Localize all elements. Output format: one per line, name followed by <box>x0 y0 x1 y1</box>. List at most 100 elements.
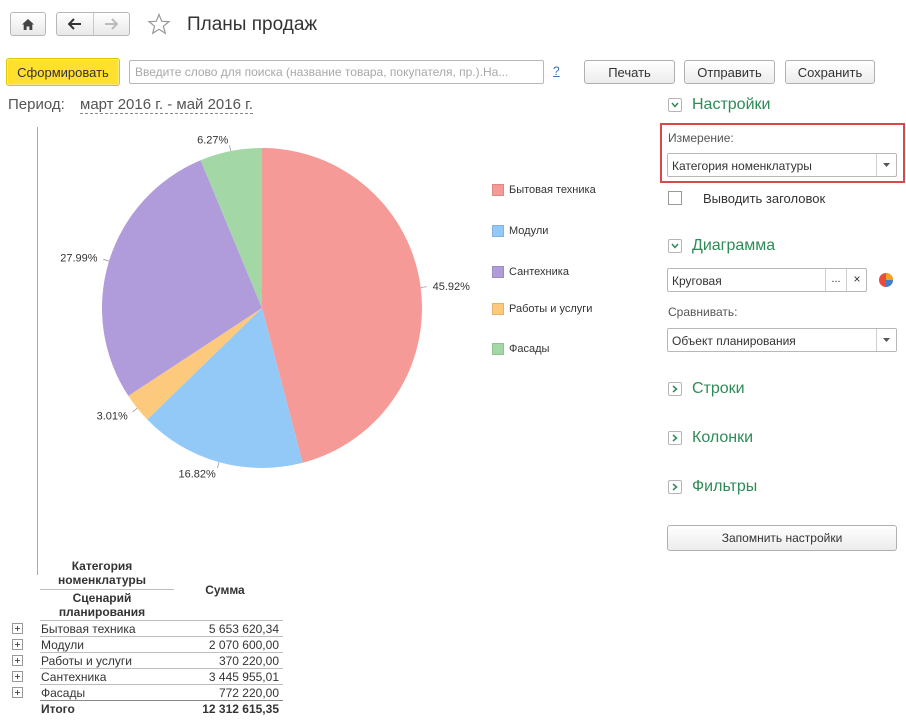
leader-line <box>103 258 110 262</box>
leader-line <box>217 462 220 469</box>
row-category: Бытовая техника <box>41 622 136 636</box>
legend-label: Работы и услуги <box>509 303 593 315</box>
show-header-label: Выводить заголовок <box>703 191 826 206</box>
compare-value: Объект планирования <box>672 334 796 348</box>
section-rows-toggle[interactable]: Строки <box>668 380 745 398</box>
report-left-border <box>37 127 38 575</box>
row-category: Сантехника <box>41 670 107 684</box>
row-sum: 3 445 955,01 <box>208 670 279 684</box>
data-label: 3.01% <box>97 411 128 423</box>
legend-swatch <box>492 343 504 355</box>
clear-button[interactable]: × <box>846 269 867 291</box>
page-title: Планы продаж <box>187 14 318 35</box>
legend-swatch <box>492 266 504 278</box>
row-sum: 5 653 620,34 <box>208 622 279 636</box>
legend-swatch <box>492 184 504 196</box>
legend-label: Бытовая техника <box>509 184 596 196</box>
compare-select[interactable]: Объект планирования <box>667 328 897 352</box>
data-label: 6.27% <box>197 134 228 146</box>
forward-button[interactable] <box>92 13 130 35</box>
section-settings-toggle[interactable]: Настройки <box>668 96 770 114</box>
table-header-category: Категория номенклатуры <box>58 559 146 587</box>
expand-row-button[interactable] <box>12 671 23 682</box>
compare-label: Сравнивать: <box>668 305 738 319</box>
leader-line <box>132 407 138 413</box>
section-chart-toggle[interactable]: Диаграмма <box>668 237 775 255</box>
save-button[interactable]: Сохранить <box>785 60 875 84</box>
chevron-right-icon <box>668 480 682 494</box>
chart-type-field[interactable]: Круговая ... × <box>667 268 867 292</box>
table-row: Сантехника 3 445 955,01 <box>40 669 283 685</box>
section-filters-toggle[interactable]: Фильтры <box>668 478 757 496</box>
row-category: Работы и услуги <box>41 654 133 668</box>
section-chart-label: Диаграмма <box>692 237 776 254</box>
row-category: Фасады <box>41 686 86 700</box>
section-rows-label: Строки <box>692 380 745 397</box>
pie-chart: 45.92% 16.82% 3.01% 27.99% 6.27% <box>60 134 471 481</box>
remember-settings-button[interactable]: Запомнить настройки <box>667 525 897 551</box>
legend-item: Модули <box>492 225 548 237</box>
table-total-row: Итого 12 312 615,35 <box>40 701 283 717</box>
legend-label: Модули <box>509 225 549 237</box>
pie-chart-icon[interactable] <box>878 272 894 288</box>
chevron-down-icon <box>668 239 682 253</box>
total-sum: 12 312 615,35 <box>202 702 279 716</box>
search-input[interactable]: Введите слово для поиска (название товар… <box>129 60 544 84</box>
legend-item: Работы и услуги <box>492 303 592 315</box>
expand-row-button[interactable] <box>12 623 23 634</box>
dropdown-arrow-icon[interactable] <box>876 329 896 351</box>
table-row: Работы и услуги 370 220,00 <box>40 653 283 669</box>
arrow-right-icon <box>105 18 119 30</box>
dropdown-arrow-icon[interactable] <box>876 154 896 176</box>
expand-row-button[interactable] <box>12 687 23 698</box>
section-settings-label: Настройки <box>692 96 771 113</box>
show-header-checkbox[interactable] <box>668 191 682 205</box>
row-sum: 772 220,00 <box>218 686 279 700</box>
expand-row-button[interactable] <box>12 655 23 666</box>
legend-swatch <box>492 225 504 237</box>
arrow-left-icon <box>67 18 81 30</box>
dimension-label: Измерение: <box>668 131 734 145</box>
send-button[interactable]: Отправить <box>684 60 775 84</box>
home-icon <box>22 18 34 30</box>
table-row: Модули 2 070 600,00 <box>40 637 283 653</box>
legend-item: Сантехника <box>492 266 569 278</box>
chevron-down-icon <box>668 98 682 112</box>
leader-line <box>229 145 232 152</box>
dimension-value: Категория номенклатуры <box>672 159 812 173</box>
section-columns-label: Колонки <box>692 429 754 446</box>
row-category: Модули <box>41 638 84 652</box>
generate-button[interactable]: Сформировать <box>6 58 120 86</box>
row-sum: 370 220,00 <box>218 654 279 668</box>
back-button[interactable] <box>57 13 93 35</box>
leader-line <box>420 286 427 288</box>
favorite-star-icon[interactable] <box>147 13 171 35</box>
data-label: 45.92% <box>433 281 471 293</box>
total-label: Итого <box>41 702 75 716</box>
help-link[interactable]: ? <box>553 64 560 78</box>
data-label: 16.82% <box>179 469 217 481</box>
table-row: Бытовая техника 5 653 620,34 <box>40 621 283 637</box>
period-value-link[interactable]: март 2016 г. - май 2016 г. <box>80 96 253 114</box>
period-label: Период: <box>8 96 65 113</box>
section-filters-label: Фильтры <box>692 478 758 495</box>
legend-label: Фасады <box>509 343 550 355</box>
table-header-scenario: Сценарий планирования <box>58 591 146 619</box>
dimension-select[interactable]: Категория номенклатуры <box>667 153 897 177</box>
table-header-sum: Сумма <box>205 583 245 597</box>
legend-swatch <box>492 303 504 315</box>
row-sum: 2 070 600,00 <box>208 638 279 652</box>
print-button[interactable]: Печать <box>584 60 675 84</box>
chart-type-value: Круговая <box>672 274 722 288</box>
section-columns-toggle[interactable]: Колонки <box>668 429 753 447</box>
table-row: Фасады 772 220,00 <box>40 685 283 701</box>
history-nav <box>56 12 130 36</box>
data-label: 27.99% <box>60 253 98 265</box>
expand-row-button[interactable] <box>12 639 23 650</box>
table-header-divider <box>40 589 174 590</box>
chevron-right-icon <box>668 431 682 445</box>
choose-button[interactable]: ... <box>825 269 846 291</box>
home-button[interactable] <box>10 12 46 36</box>
chevron-right-icon <box>668 382 682 396</box>
legend-item: Фасады <box>492 343 549 355</box>
